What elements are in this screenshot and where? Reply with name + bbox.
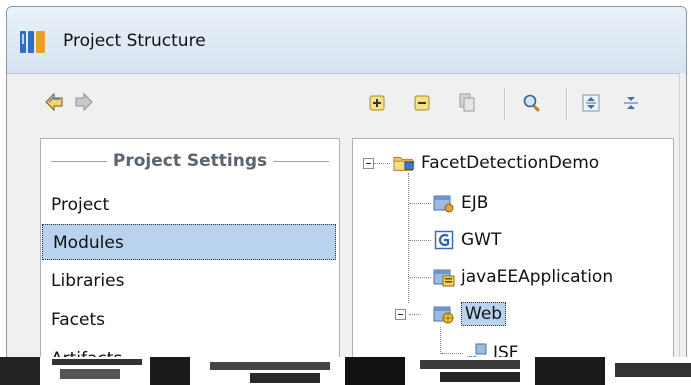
web-collapse-toggle[interactable] bbox=[395, 309, 406, 320]
tree-connector bbox=[409, 314, 421, 315]
tree-node-label: FacetDetectionDemo bbox=[421, 153, 600, 173]
section-line bbox=[51, 160, 107, 162]
tree-connector bbox=[408, 173, 409, 303]
tree-connector bbox=[409, 203, 431, 204]
minus-icon bbox=[414, 95, 430, 111]
back-button[interactable] bbox=[42, 90, 66, 114]
tree-connector bbox=[409, 240, 431, 241]
copy-icon bbox=[459, 93, 475, 112]
title-bar: Project Structure bbox=[7, 7, 686, 74]
tree-node-label: javaEEApplication bbox=[461, 267, 614, 287]
add-button[interactable] bbox=[366, 92, 388, 114]
forward-arrow-icon bbox=[75, 92, 93, 112]
tree-connector bbox=[374, 163, 390, 164]
ejb-facet-icon bbox=[433, 192, 455, 214]
screenshot-stage: Project Structure Project Settings Proje… bbox=[0, 0, 691, 385]
javaee-facet-icon bbox=[433, 266, 455, 288]
gwt-facet-icon bbox=[433, 229, 455, 251]
intellij-app-icon bbox=[20, 31, 45, 53]
window-title: Project Structure bbox=[63, 31, 206, 51]
expand-all-icon bbox=[582, 94, 600, 112]
tree-node-root[interactable]: FacetDetectionDemo bbox=[393, 148, 599, 178]
tree-node-ejb[interactable]: EJB bbox=[433, 188, 488, 218]
copy-button[interactable] bbox=[456, 92, 478, 114]
find-button[interactable] bbox=[521, 92, 543, 114]
nav-item-facets[interactable]: Facets bbox=[41, 302, 337, 338]
toolbar-separator bbox=[566, 88, 568, 120]
collapse-all-button[interactable] bbox=[620, 92, 642, 114]
tree-node-javaee[interactable]: javaEEApplication bbox=[433, 262, 613, 292]
root-collapse-toggle[interactable] bbox=[363, 158, 374, 169]
module-tree-panel: FacetDetectionDemo EJB GWT javaEEApplica… bbox=[352, 138, 674, 385]
web-facet-icon bbox=[433, 303, 455, 325]
tree-connector bbox=[440, 327, 441, 354]
plus-icon bbox=[369, 95, 385, 111]
tree-node-web[interactable]: Web bbox=[433, 299, 507, 329]
nav-item-libraries[interactable]: Libraries bbox=[41, 263, 337, 299]
tree-node-label: EJB bbox=[461, 193, 489, 213]
tree-connector bbox=[409, 277, 431, 278]
tree-node-gwt[interactable]: GWT bbox=[433, 225, 501, 255]
module-folder-icon bbox=[393, 152, 415, 174]
tree-node-label: Web bbox=[461, 302, 507, 326]
nav-item-project[interactable]: Project bbox=[41, 187, 337, 223]
magnifier-icon bbox=[523, 94, 540, 112]
section-title: Project Settings bbox=[112, 151, 268, 171]
forward-button[interactable] bbox=[72, 90, 96, 114]
project-settings-panel: Project Settings Project Modules Librari… bbox=[40, 138, 340, 385]
tree-node-label: GWT bbox=[461, 230, 502, 250]
section-header: Project Settings bbox=[41, 149, 339, 173]
back-arrow-icon bbox=[45, 92, 63, 112]
section-line bbox=[273, 160, 329, 162]
remove-button[interactable] bbox=[411, 92, 433, 114]
tree-connector bbox=[441, 353, 463, 354]
toolbar-separator bbox=[504, 88, 506, 120]
nav-item-modules[interactable]: Modules bbox=[42, 224, 336, 260]
corrupted-bottom-strip bbox=[0, 357, 691, 385]
window-edge bbox=[679, 73, 686, 385]
collapse-all-icon bbox=[624, 97, 638, 109]
expand-all-button[interactable] bbox=[580, 92, 602, 114]
